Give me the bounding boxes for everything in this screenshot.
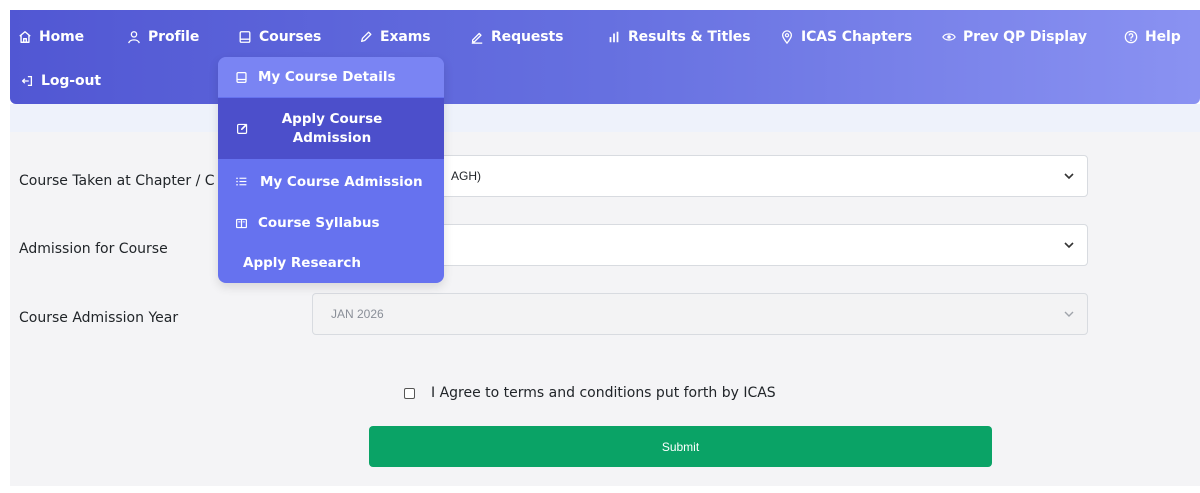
pen-icon bbox=[471, 32, 483, 44]
chevron-down-icon bbox=[1064, 242, 1074, 249]
nav-home-label: Home bbox=[39, 29, 85, 45]
agree-checkbox[interactable] bbox=[404, 387, 415, 399]
agree-row: I Agree to terms and conditions put fort… bbox=[404, 385, 776, 401]
menu-item-course-syllabus[interactable]: Course Syllabus bbox=[218, 203, 444, 243]
open-book-icon bbox=[236, 218, 247, 228]
menu-item-apply-research[interactable]: Apply Research bbox=[218, 243, 444, 283]
user-icon bbox=[128, 31, 140, 44]
nav-home[interactable]: Home bbox=[18, 25, 84, 49]
nav-help[interactable]: Help bbox=[1124, 25, 1181, 49]
nav-courses[interactable]: Courses bbox=[238, 25, 321, 49]
menu-item-label: Apply Research bbox=[243, 255, 362, 271]
year-label: Course Admission Year bbox=[19, 310, 179, 326]
courses-dropdown-menu: My Course Details Apply Course Admission… bbox=[218, 57, 444, 283]
menu-item-label: My Course Details bbox=[258, 69, 396, 85]
nav-requests-label: Requests bbox=[491, 29, 564, 45]
subheader-bar bbox=[10, 104, 1200, 132]
logout-icon bbox=[21, 75, 33, 87]
nav-help-label: Help bbox=[1145, 29, 1181, 45]
menu-item-apply-course-admission[interactable]: Apply Course Admission bbox=[218, 98, 444, 159]
menu-item-label: Apply Course Admission bbox=[281, 110, 383, 146]
book-icon bbox=[239, 31, 251, 43]
year-select: JAN 2026 bbox=[312, 293, 1088, 335]
book-icon bbox=[236, 71, 247, 83]
nav-icas-chapters[interactable]: ICAS Chapters bbox=[780, 25, 912, 49]
chevron-down-icon bbox=[1064, 173, 1074, 180]
location-pin-icon bbox=[781, 30, 793, 44]
nav-prev-qp-display[interactable]: Prev QP Display bbox=[942, 25, 1087, 49]
menu-item-label: My Course Admission bbox=[260, 173, 423, 190]
nav-chapters-label: ICAS Chapters bbox=[801, 29, 913, 45]
nav-profile-label: Profile bbox=[148, 29, 200, 45]
help-circle-icon bbox=[1124, 30, 1138, 44]
submit-button[interactable]: Submit bbox=[369, 426, 992, 467]
nav-results-titles[interactable]: Results & Titles bbox=[607, 25, 751, 49]
edit-icon bbox=[237, 123, 248, 134]
nav-prevqp-label: Prev QP Display bbox=[963, 29, 1087, 45]
menu-item-label: Course Syllabus bbox=[258, 215, 380, 231]
nav-profile[interactable]: Profile bbox=[127, 25, 199, 49]
menu-item-my-course-admission[interactable]: My Course Admission bbox=[218, 160, 444, 203]
nav-requests[interactable]: Requests bbox=[470, 25, 563, 49]
nav-logout-label: Log-out bbox=[41, 73, 101, 89]
home-icon bbox=[19, 31, 31, 43]
year-select-value: JAN 2026 bbox=[331, 307, 384, 321]
bar-chart-icon bbox=[609, 31, 619, 43]
nav-courses-label: Courses bbox=[259, 29, 322, 45]
menu-item-my-course-details[interactable]: My Course Details bbox=[218, 57, 444, 97]
chevron-down-icon bbox=[1064, 311, 1074, 317]
nav-logout[interactable]: Log-out bbox=[20, 69, 101, 93]
nav-exams-label: Exams bbox=[380, 29, 431, 45]
nav-exams[interactable]: Exams bbox=[359, 25, 431, 49]
page: Home Profile Courses Exams Requests Resu… bbox=[0, 0, 1200, 493]
chapter-select-value: AGH) bbox=[451, 169, 481, 183]
agree-text: I Agree to terms and conditions put fort… bbox=[431, 385, 776, 401]
eye-icon bbox=[942, 33, 956, 41]
course-label: Admission for Course bbox=[19, 241, 168, 257]
list-icon bbox=[236, 177, 247, 186]
nav-results-label: Results & Titles bbox=[628, 29, 751, 45]
top-navbar: Home Profile Courses Exams Requests Resu… bbox=[10, 10, 1200, 104]
chapter-label: Course Taken at Chapter / C bbox=[19, 173, 215, 189]
pencil-icon bbox=[360, 31, 372, 43]
